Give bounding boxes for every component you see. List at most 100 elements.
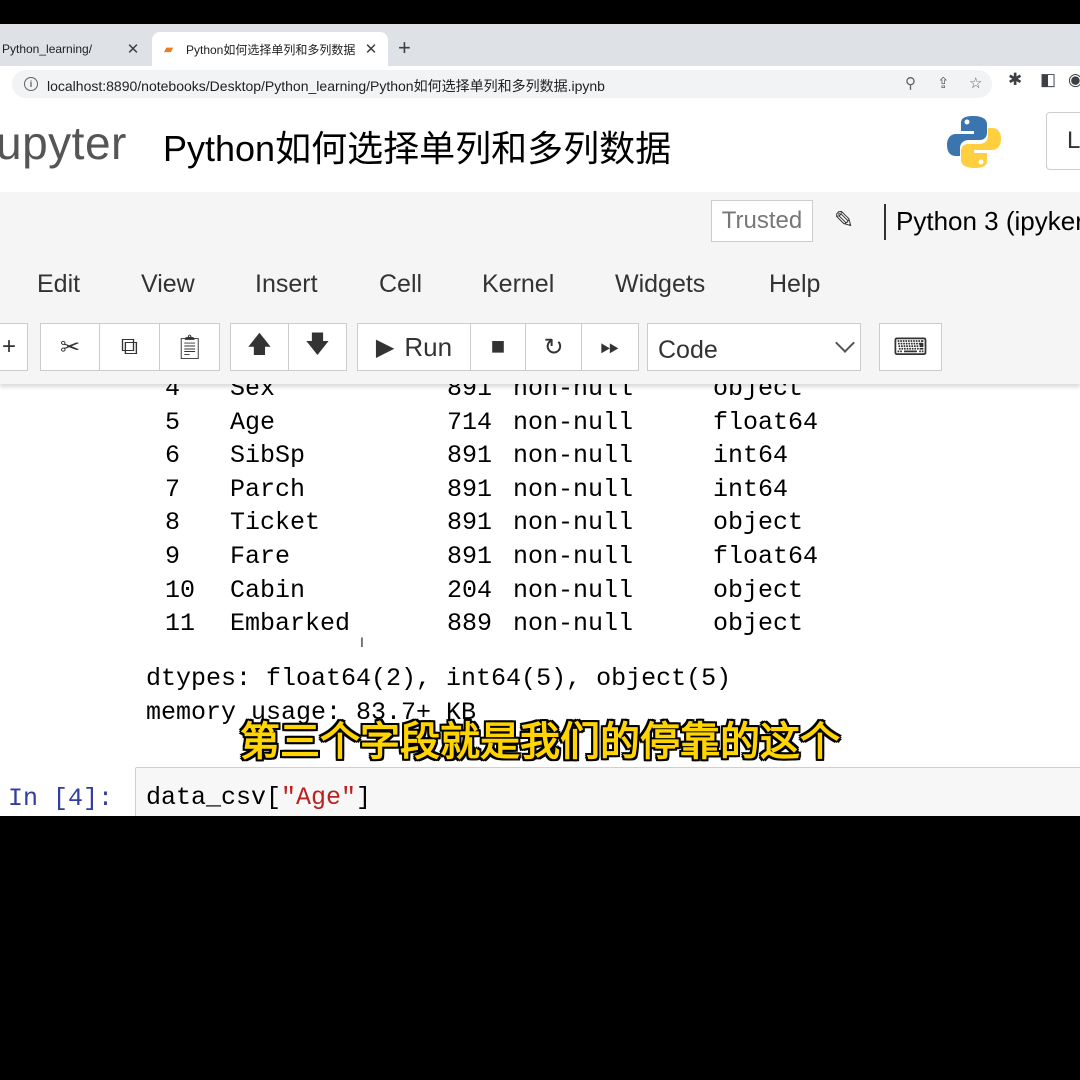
menu-kernel[interactable]: Kernel	[482, 270, 554, 299]
notebook-toolbar: + ✂ ⧉ 📋︎ 🡅 🡇 ▶ Run ■ ↻ ⏩︎ Code ⌨	[0, 312, 1080, 384]
fast-forward-icon: ⏩︎	[600, 333, 620, 360]
row-index: 8	[165, 508, 181, 538]
row-nonnull: non-null	[513, 384, 634, 403]
interrupt-button[interactable]: ■	[471, 323, 526, 371]
row-dtype: float64	[713, 542, 819, 571]
row-index: 6	[165, 441, 181, 471]
kernel-divider	[884, 204, 886, 240]
row-nonnull: non-null	[513, 542, 634, 571]
jupyter-logo[interactable]: upyter	[0, 116, 127, 170]
notebook-favicon-icon: ▰	[164, 42, 174, 56]
move-up-button[interactable]: 🡅	[230, 323, 289, 371]
row-column-name: Parch	[230, 474, 306, 504]
command-palette-button[interactable]: ⌨	[879, 323, 942, 371]
row-count: 204	[447, 575, 493, 605]
tab-python-learning[interactable]: Python_learning/ ✕	[0, 32, 150, 66]
code-cell[interactable]: data_csv["Age"]	[135, 767, 1080, 816]
menu-bar: Edit View Insert Cell Kernel Widgets Hel…	[0, 258, 1080, 312]
browser-window: Python_learning/ ✕ ▰ Python如何选择单列和多列数据 ✕…	[0, 24, 1080, 816]
row-dtype: object	[713, 384, 804, 403]
omnibox[interactable]: i localhost:8890/notebooks/Desktop/Pytho…	[12, 70, 992, 98]
menu-edit[interactable]: Edit	[37, 270, 80, 299]
row-column-name: Cabin	[230, 575, 306, 605]
restart-run-all-button[interactable]: ⏩︎	[582, 323, 639, 371]
url-text[interactable]: localhost:8890/notebooks/Desktop/Python_…	[47, 76, 605, 96]
kernel-name[interactable]: Python 3 (ipyker	[896, 206, 1080, 237]
row-nonnull: non-null	[513, 575, 634, 605]
row-column-name: Age	[230, 407, 276, 437]
keyboard-icon: ⌨	[893, 333, 928, 361]
menu-cell[interactable]: Cell	[379, 270, 422, 299]
stop-icon: ■	[490, 333, 506, 360]
close-tab-icon[interactable]: ✕	[360, 40, 382, 58]
arrow-down-icon: 🡇	[305, 330, 330, 358]
paste-icon: 📋︎	[174, 333, 205, 361]
close-tab-icon[interactable]: ✕	[122, 40, 144, 58]
trusted-indicator[interactable]: Trusted	[711, 200, 813, 242]
profile-icon[interactable]: ◉	[1068, 70, 1080, 90]
move-down-button[interactable]: 🡇	[289, 323, 347, 371]
address-bar: i localhost:8890/notebooks/Desktop/Pytho…	[0, 66, 1080, 103]
new-tab-button[interactable]: +	[398, 36, 411, 60]
row-index: 10	[165, 575, 196, 605]
row-nonnull: non-null	[513, 441, 634, 471]
share-icon[interactable]: ⇪	[937, 74, 950, 92]
copy-button[interactable]: ⧉	[100, 323, 160, 371]
row-dtype: object	[713, 508, 804, 538]
tab-title: Python如何选择单列和多列数据	[186, 42, 356, 57]
run-label: Run	[404, 331, 453, 362]
row-column-name: Sex	[230, 384, 276, 403]
tab-notebook[interactable]: ▰ Python如何选择单列和多列数据 ✕	[152, 32, 388, 66]
dtypes-line: dtypes: float64(2), int64(5), object(5)	[146, 664, 732, 693]
zoom-icon[interactable]: ⚲	[905, 74, 916, 92]
row-column-name: Ticket	[230, 508, 321, 538]
copy-icon: ⧉	[120, 333, 139, 360]
row-dtype: int64	[713, 474, 789, 504]
menu-view[interactable]: View	[141, 270, 195, 299]
code-prefix: data_csv[	[146, 783, 282, 812]
run-button[interactable]: ▶ Run	[357, 323, 471, 371]
row-nonnull: non-null	[513, 474, 634, 504]
code-string: "Age"	[281, 783, 357, 812]
row-nonnull: non-null	[513, 609, 634, 639]
row-count: 714	[447, 407, 493, 437]
cell-type-value: Code	[658, 336, 718, 364]
row-index: 11	[165, 609, 196, 639]
row-dtype: float64	[713, 407, 819, 437]
row-count: 889	[447, 609, 493, 639]
row-column-name: Fare	[230, 542, 291, 571]
restart-button[interactable]: ↻	[526, 323, 582, 371]
cut-button[interactable]: ✂	[40, 323, 100, 371]
row-nonnull: non-null	[513, 407, 634, 437]
jupyter-header: upyter Python如何选择单列和多列数据 L	[0, 102, 1080, 193]
logout-button[interactable]: L	[1046, 112, 1080, 170]
row-count: 891	[447, 474, 493, 504]
insert-cell-button[interactable]: +	[0, 323, 28, 371]
paste-button[interactable]: 📋︎	[160, 323, 220, 371]
row-dtype: int64	[713, 441, 789, 471]
notebook-status-row: Trusted ✎ Python 3 (ipyker	[0, 192, 1080, 258]
row-index: 7	[165, 474, 181, 504]
menu-help[interactable]: Help	[769, 270, 820, 299]
extensions-icon[interactable]: ✱	[1008, 70, 1022, 90]
cell-prompt: In [4]:	[8, 784, 114, 813]
row-column-name: SibSp	[230, 441, 306, 471]
bookmark-star-icon[interactable]: ☆	[969, 74, 982, 92]
chevron-down-icon	[835, 333, 855, 353]
row-index: 9	[165, 542, 181, 571]
plus-icon: +	[1, 333, 16, 360]
menu-widgets[interactable]: Widgets	[615, 270, 705, 299]
code-suffix: ]	[356, 783, 372, 812]
tab-title: Python_learning/	[2, 42, 93, 56]
cell-type-select[interactable]: Code	[647, 323, 861, 371]
scissors-icon: ✂	[59, 333, 81, 361]
notebook-title[interactable]: Python如何选择单列和多列数据	[163, 120, 671, 172]
row-index: 5	[165, 407, 181, 437]
site-info-icon[interactable]: i	[24, 77, 38, 91]
row-index: 4	[165, 384, 181, 403]
row-dtype: object	[713, 575, 804, 605]
menu-insert[interactable]: Insert	[255, 270, 318, 299]
row-count: 891	[447, 441, 493, 471]
code-editor[interactable]: data_csv["Age"]	[146, 783, 371, 812]
side-panel-icon[interactable]: ◧	[1040, 70, 1056, 90]
